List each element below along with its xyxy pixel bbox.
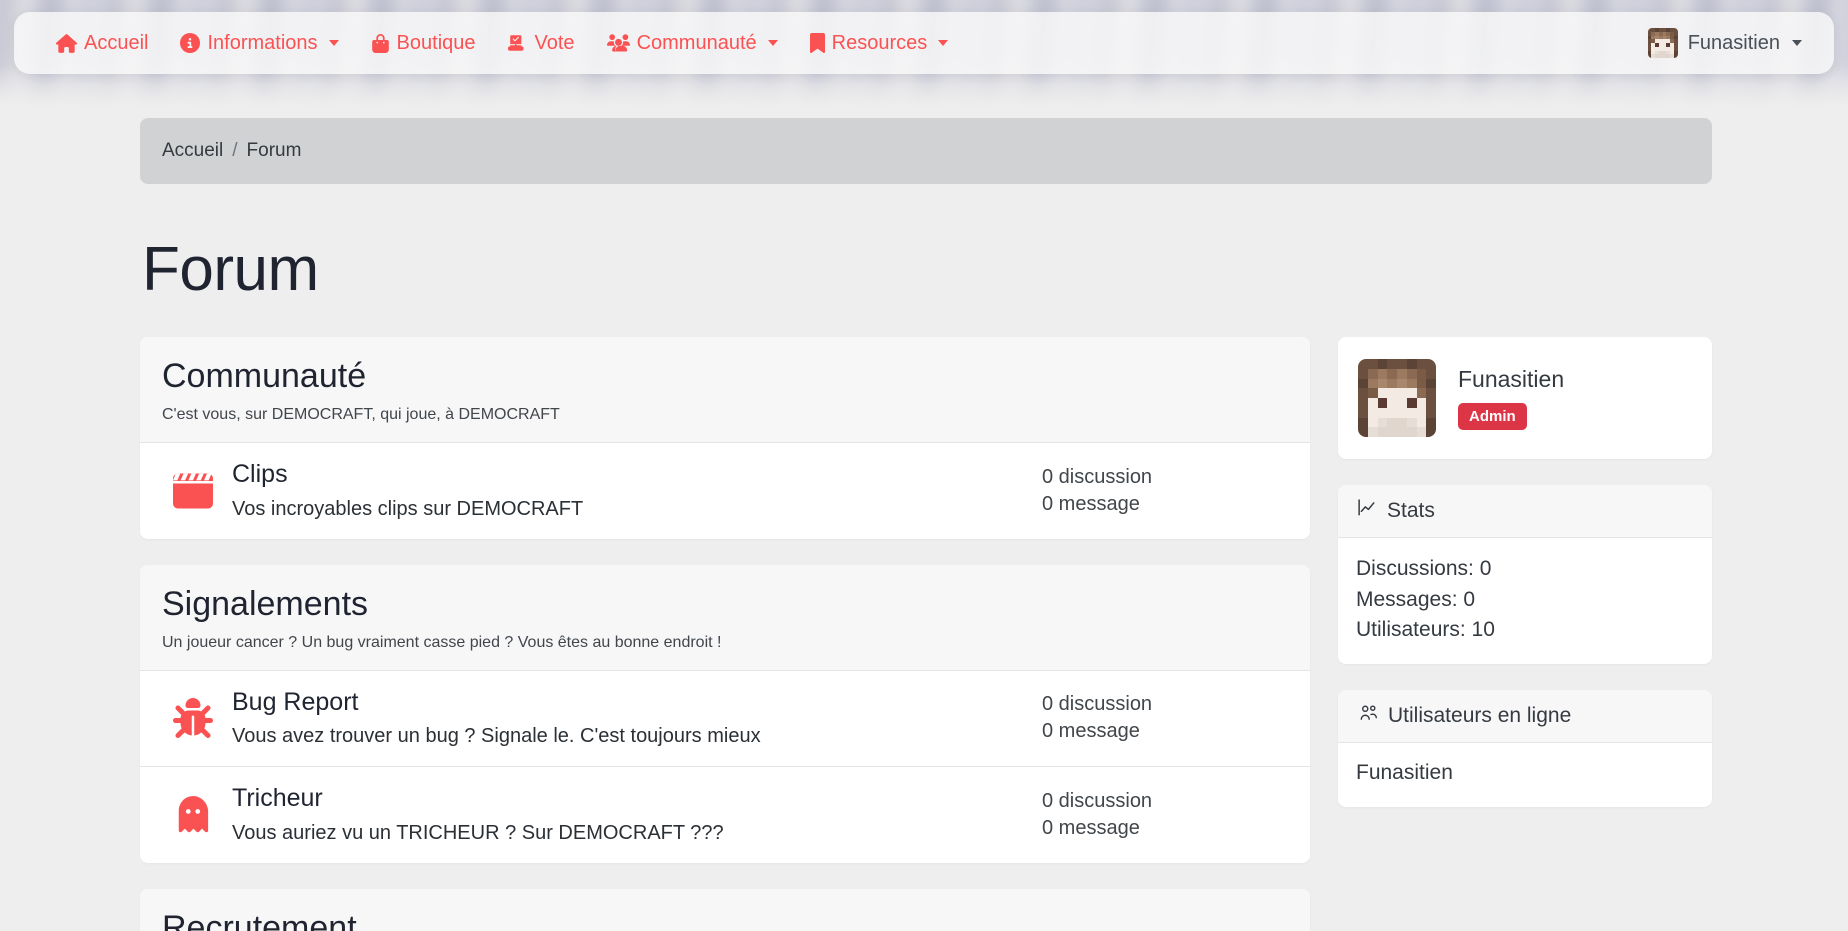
category-title: Communauté [162, 357, 367, 395]
breadcrumb-item-current: Forum [246, 140, 302, 161]
nav-item-label: Boutique [396, 31, 476, 54]
forum-message-count: 0 message [1042, 720, 1140, 743]
info-circle-icon [180, 33, 201, 53]
forum-category-recrutement: Recrutement Parce que DEMOCRAFT sera tou… [140, 888, 1310, 931]
ballot-check-icon [507, 33, 528, 53]
stats-card-title: Stats [1387, 499, 1435, 522]
main-navbar: Accueil Informations Boutique Vote Commu… [14, 12, 1834, 74]
forum-name: Bug Report [232, 687, 359, 716]
forum-discussion-count: 0 discussion [1042, 465, 1153, 488]
stat-discussions: Discussions: 0 [1356, 557, 1492, 580]
forum-stats: 0 discussion 0 message [1038, 464, 1288, 518]
online-users-card-body: Funasitien [1338, 743, 1712, 807]
forum-message-count: 0 message [1042, 492, 1140, 515]
stat-messages: Messages: 0 [1356, 587, 1476, 611]
category-title: Recrutement [162, 908, 357, 931]
forum-name: Clips [232, 460, 288, 489]
chevron-down-icon [938, 40, 949, 46]
forum-message-count: 0 message [1042, 816, 1140, 839]
forum-info: Bug Report Vous avez trouver un bug ? Si… [224, 687, 1038, 749]
category-description: Un joueur cancer ? Un bug vraiment casse… [162, 633, 722, 651]
nav-item-label: Vote [534, 31, 575, 54]
forum-row[interactable]: Bug Report Vous avez trouver un bug ? Si… [140, 669, 1310, 767]
forum-description: Vous auriez vu un TRICHEUR ? Sur DEMOCRA… [232, 821, 724, 844]
nav-item-vote[interactable]: Vote [492, 26, 591, 61]
content-layout: Communauté C'est vous, sur DEMOCRAFT, qu… [140, 337, 1712, 931]
profile-card: Funasitien Admin [1338, 337, 1712, 459]
forum-name: Tricheur [232, 784, 323, 813]
forum-categories-column: Communauté C'est vous, sur DEMOCRAFT, qu… [140, 337, 1310, 931]
breadcrumb-separator: / [232, 140, 238, 161]
user-group-icon [1356, 704, 1379, 728]
forum-stats: 0 discussion 0 message [1038, 788, 1288, 842]
online-users-card-header: Utilisateurs en ligne [1338, 689, 1712, 743]
ghost-icon [162, 795, 224, 834]
category-title: Signalements [162, 584, 369, 623]
chevron-down-icon [328, 40, 339, 46]
clapperboard-icon [162, 471, 224, 511]
stats-card-header: Stats [1338, 485, 1712, 538]
chevron-down-icon [1792, 40, 1802, 46]
forum-info: Tricheur Vous auriez vu un TRICHEUR ? Su… [224, 785, 1038, 845]
stats-card: Stats Discussions: 0 Messages: 0 Utilisa… [1338, 485, 1712, 664]
navbar-username: Funasitien [1687, 31, 1780, 54]
nav-item-label: Informations [207, 31, 318, 54]
stats-card-body: Discussions: 0 Messages: 0 Utilisateurs:… [1338, 538, 1712, 664]
nav-item-informations[interactable]: Informations [164, 26, 354, 61]
forum-category-signalements: Signalements Un joueur cancer ? Un bug v… [140, 564, 1310, 863]
nav-item-label: Communauté [636, 31, 757, 54]
online-user-item[interactable]: Funasitien [1356, 759, 1694, 789]
nav-item-accueil[interactable]: Accueil [40, 26, 164, 61]
navbar-links: Accueil Informations Boutique Vote Commu… [40, 26, 964, 61]
nav-item-boutique[interactable]: Boutique [355, 26, 492, 61]
category-header: Communauté C'est vous, sur DEMOCRAFT, qu… [140, 337, 1310, 443]
users-icon [606, 32, 630, 55]
shopping-bag-icon [371, 33, 390, 53]
category-header: Recrutement Parce que DEMOCRAFT sera tou… [140, 888, 1310, 931]
home-icon [56, 33, 77, 54]
nav-item-resources[interactable]: Resources [794, 26, 965, 61]
profile-info: Funasitien Admin [1458, 366, 1564, 430]
nav-item-label: Accueil [84, 31, 149, 54]
breadcrumb-item-accueil[interactable]: Accueil [162, 140, 223, 162]
bookmark-icon [809, 33, 825, 53]
category-header: Signalements Un joueur cancer ? Un bug v… [140, 564, 1310, 670]
category-description: C'est vous, sur DEMOCRAFT, qui joue, à D… [162, 406, 560, 424]
navbar-user-menu[interactable]: Funasitien [1647, 28, 1812, 58]
chevron-down-icon [767, 40, 778, 46]
forum-description: Vous avez trouver un bug ? Signale le. C… [232, 725, 761, 748]
stat-utilisateurs: Utilisateurs: 10 [1356, 618, 1495, 642]
status-badge: Admin [1458, 403, 1527, 430]
breadcrumb: Accueil / Forum [140, 118, 1712, 184]
bug-icon [162, 698, 224, 739]
forum-discussion-count: 0 discussion [1042, 693, 1153, 716]
page-container: Accueil / Forum Forum Communauté C'est v… [140, 118, 1712, 931]
online-users-card-title: Utilisateurs en ligne [1388, 703, 1572, 727]
avatar[interactable] [1358, 359, 1436, 437]
nav-item-communaute[interactable]: Communauté [591, 26, 794, 61]
forum-discussion-count: 0 discussion [1042, 789, 1153, 812]
online-users-card: Utilisateurs en ligne Funasitien [1338, 689, 1712, 807]
forum-row[interactable]: Tricheur Vous auriez vu un TRICHEUR ? Su… [140, 766, 1310, 863]
profile-username: Funasitien [1458, 366, 1565, 392]
forum-info: Clips Vos incroyables clips sur DEMOCRAF… [224, 461, 1038, 521]
forum-description: Vos incroyables clips sur DEMOCRAFT [232, 497, 584, 520]
forum-stats: 0 discussion 0 message [1038, 691, 1288, 745]
chart-line-icon [1356, 499, 1378, 523]
sidebar-column: Funasitien Admin Stats Discussions: 0 Me… [1338, 337, 1712, 833]
avatar [1647, 28, 1678, 58]
nav-item-label: Resources [831, 31, 928, 54]
forum-category-communaute: Communauté C'est vous, sur DEMOCRAFT, qu… [140, 337, 1310, 539]
page-title: Forum [142, 235, 319, 304]
forum-row[interactable]: Clips Vos incroyables clips sur DEMOCRAF… [140, 442, 1310, 539]
